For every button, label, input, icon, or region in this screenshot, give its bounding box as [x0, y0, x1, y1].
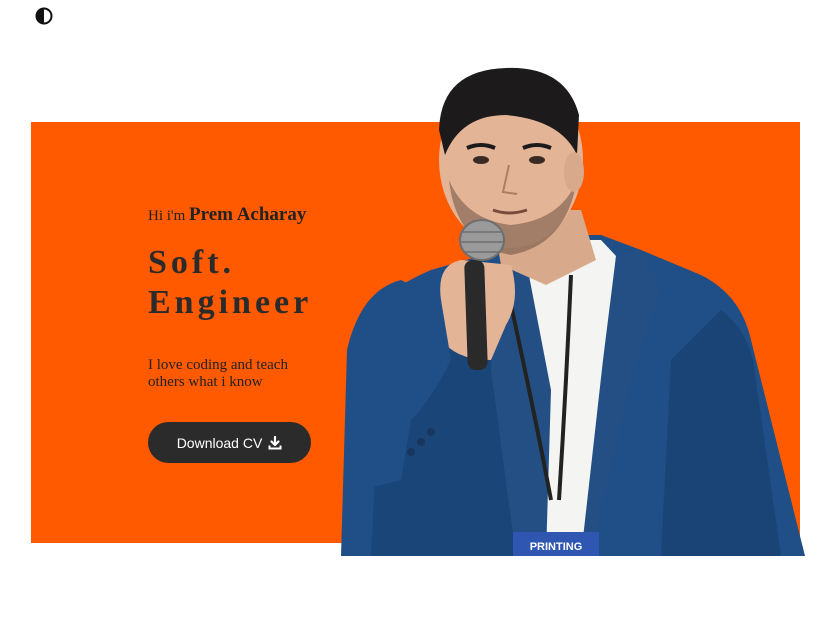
- greeting-prefix: Hi i'm: [148, 208, 186, 224]
- greeting: Hi i'm Prem Acharay: [148, 202, 368, 229]
- download-icon: [268, 435, 282, 450]
- download-cv-label: Download CV: [176, 434, 263, 451]
- role-line-1: Soft.: [148, 244, 236, 281]
- hero-text: Hi i'm Prem Acharay Soft. Engineer I lov…: [148, 202, 368, 391]
- badge-text: PRINTING: [530, 541, 583, 553]
- role-line-2: Engineer: [148, 284, 313, 321]
- page: Hi i'm Prem Acharay Soft. Engineer I lov…: [0, 0, 826, 633]
- theme-toggle-icon[interactable]: [35, 7, 53, 25]
- download-cv-button[interactable]: Download CV: [148, 422, 311, 463]
- portrait-image: PRINTING: [341, 60, 805, 556]
- role-title: Soft. Engineer: [148, 243, 368, 323]
- tagline: I love coding and teach others what i kn…: [148, 357, 288, 390]
- person-name: Prem Acharay: [189, 204, 307, 225]
